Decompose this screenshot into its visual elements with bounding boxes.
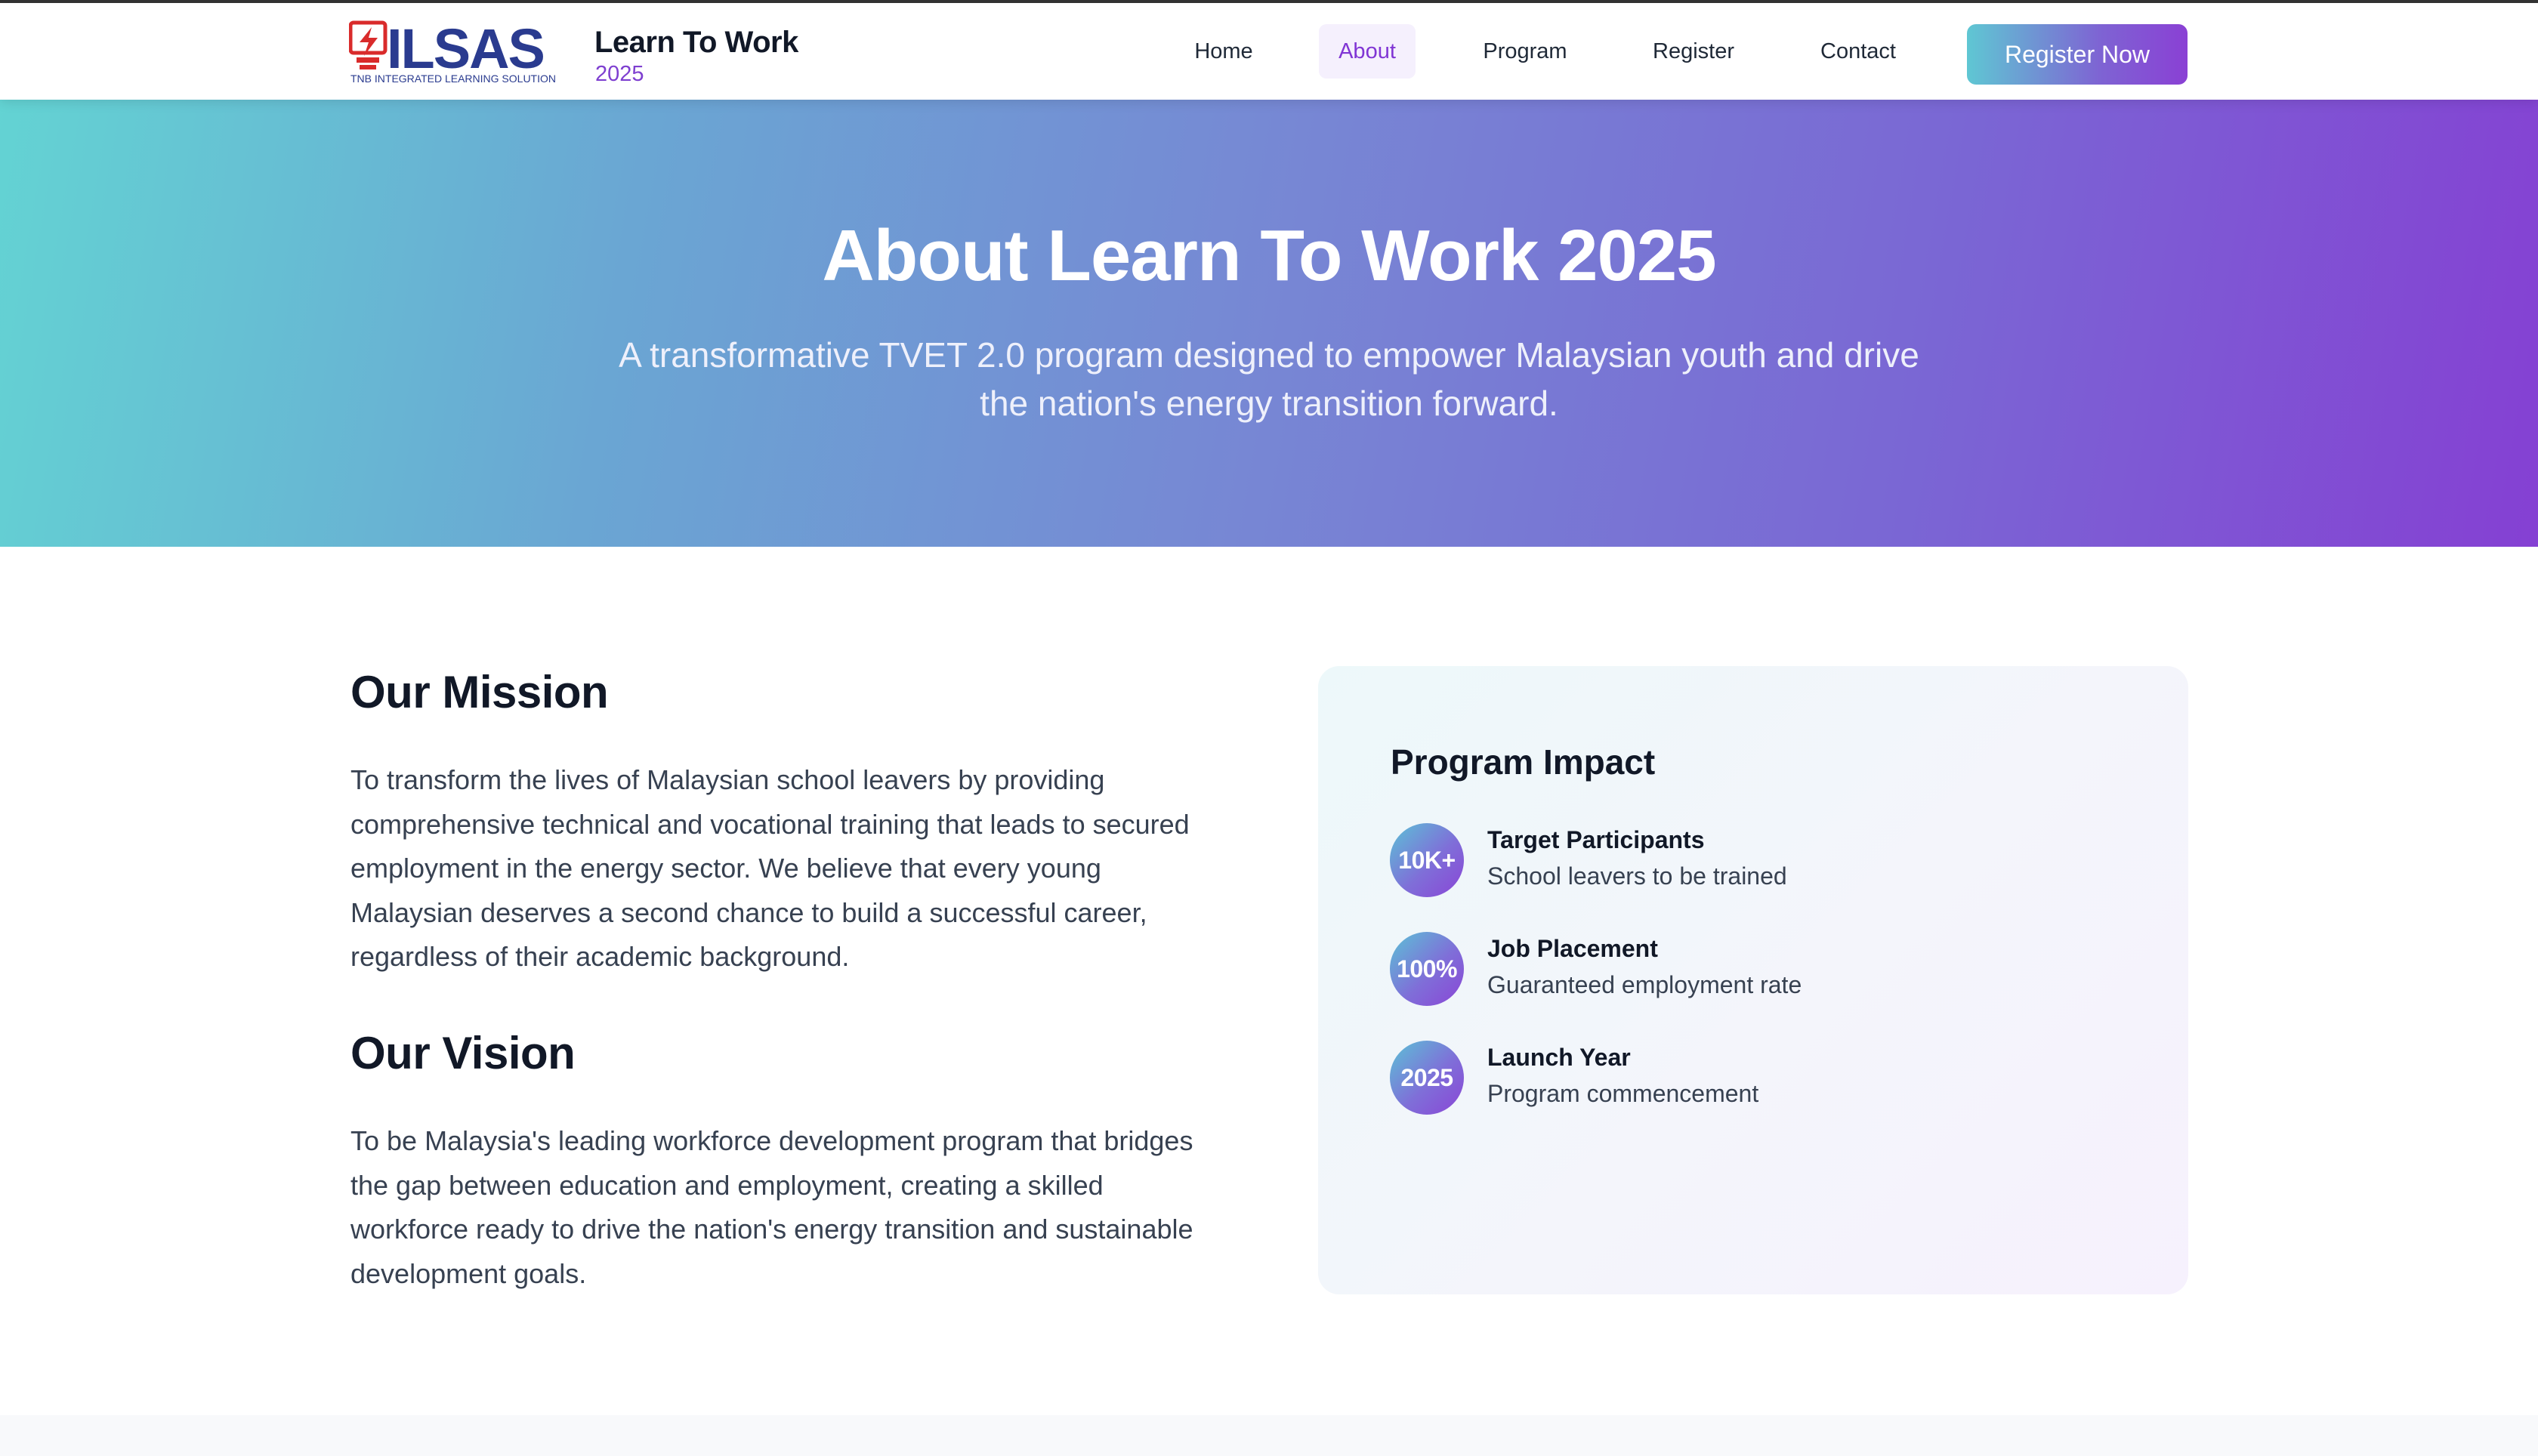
nav-program[interactable]: Program <box>1465 24 1585 79</box>
hero-subtitle-line-2: the nation's energy transition forward. <box>980 384 1558 423</box>
stat-target-participants: 10K+ Target Participants School leavers … <box>1390 823 2145 899</box>
brand-title[interactable]: Learn To Work <box>594 26 798 60</box>
stat-label: Job Placement <box>1487 935 1658 962</box>
register-now-button[interactable]: Register Now <box>1967 24 2188 85</box>
stat-badge: 100% <box>1390 932 1464 1006</box>
stat-description: Guaranteed employment rate <box>1487 971 1802 998</box>
ilsas-logo-image: ILSAS TNB INTEGRATED LEARNING SOLUTION <box>348 17 556 85</box>
stat-description: Program commencement <box>1487 1080 1759 1107</box>
mission-heading: Our Mission <box>350 667 609 717</box>
hero-title: About Learn To Work 2025 <box>822 215 1716 296</box>
vision-text: To be Malaysia's leading workforce devel… <box>350 1125 1193 1289</box>
nav-contact[interactable]: Contact <box>1802 24 1914 79</box>
stat-badge: 10K+ <box>1390 823 1464 897</box>
next-section-band <box>0 1415 2538 1456</box>
stat-badge: 2025 <box>1390 1041 1464 1115</box>
site-header: ILSAS TNB INTEGRATED LEARNING SOLUTION L… <box>0 3 2538 100</box>
hero-banner: About Learn To Work 2025 A transformativ… <box>0 100 2538 547</box>
stat-label: Target Participants <box>1487 826 1705 853</box>
stat-job-placement: 100% Job Placement Guaranteed employment… <box>1390 932 2145 1007</box>
about-page: ILSAS TNB INTEGRATED LEARNING SOLUTION L… <box>0 0 2538 1456</box>
nav-about[interactable]: About <box>1319 24 1416 79</box>
hero-subtitle: A transformative TVET 2.0 program design… <box>589 331 1949 427</box>
program-impact-title: Program Impact <box>1391 742 1656 782</box>
program-impact-card: Program Impact 10K+ Target Participants … <box>1318 666 2188 1294</box>
stat-description: School leavers to be trained <box>1487 862 1787 890</box>
nav-register[interactable]: Register <box>1638 24 1749 79</box>
lightning-bolt-icon <box>348 20 387 69</box>
logo-text: ILSAS <box>387 20 544 80</box>
logo-tagline: TNB INTEGRATED LEARNING SOLUTION <box>350 72 556 85</box>
mission-text: To transform the lives of Malaysian scho… <box>350 764 1190 972</box>
ilsas-logo[interactable]: ILSAS TNB INTEGRATED LEARNING SOLUTION <box>348 17 577 85</box>
hero-subtitle-line-1: A transformative TVET 2.0 program design… <box>619 335 1919 375</box>
stat-launch-year: 2025 Launch Year Program commencement <box>1390 1041 2145 1116</box>
brand-year: 2025 <box>595 62 644 86</box>
vision-heading: Our Vision <box>350 1028 576 1078</box>
stat-label: Launch Year <box>1487 1044 1631 1071</box>
nav-home[interactable]: Home <box>1172 24 1275 79</box>
